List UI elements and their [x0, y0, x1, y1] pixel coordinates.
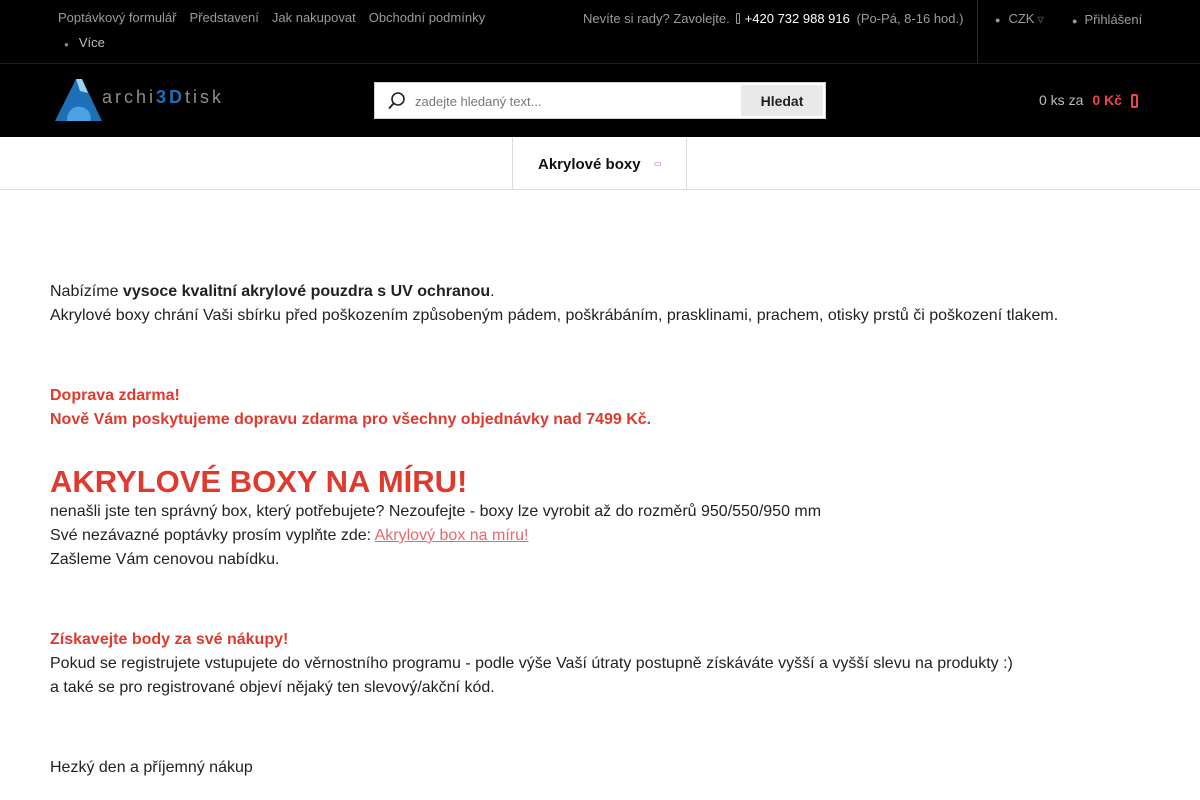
header-bar: Poptávkový formulář Představení Jak nakupo… [0, 0, 1200, 137]
more-menu[interactable]: ● Více [64, 35, 105, 50]
contact-info: Nevíte si rady? Zavolejte. +420 732 988 9… [583, 11, 963, 26]
main-navigation: Akrylové boxy ▭ [0, 137, 1200, 190]
nav-item-acrylic-boxes[interactable]: Akrylové boxy ▭ [512, 137, 687, 190]
currency-selector[interactable]: ● CZK ▽ [995, 11, 1044, 26]
search-input[interactable] [415, 89, 705, 113]
custom-box-link[interactable]: Akrylový box na míru! [375, 527, 529, 544]
shipping-text: Nově Vám poskytujeme dopravu zdarma pro … [50, 411, 652, 428]
nav-item-label: Akrylové boxy [538, 156, 641, 173]
divider [977, 0, 978, 63]
intro-line: Nabízíme vysoce kvalitní akrylové pouzdr… [50, 283, 495, 300]
custom-heading: AKRYLOVÉ BOXY NA MÍRU! [50, 464, 468, 499]
search-icon [388, 92, 405, 110]
opening-hours: (Po-Pá, 8-16 hod.) [856, 11, 964, 26]
more-icon: ● [64, 40, 69, 49]
phone-number[interactable]: +420 732 988 916 [745, 11, 850, 26]
intro-text: Akrylové boxy chrání Vaši sbírku před po… [50, 307, 1059, 324]
main-content: Nabízíme vysoce kvalitní akrylové pouzdr… [50, 280, 1150, 780]
user-icon: ● [1072, 16, 1078, 26]
cart-summary[interactable]: 0 ks za 0 Kč [1039, 92, 1138, 108]
contact-prompt: Nevíte si rady? Zavolejte. [583, 11, 730, 26]
points-title: Získavejte body za své nákupy! [50, 631, 289, 648]
closing-text: Hezký den a příjemný nákup [50, 759, 253, 776]
top-links: Poptávkový formulář Představení Jak nakupo… [58, 9, 528, 50]
cart-count: 0 ks za [1039, 92, 1084, 108]
link-terms[interactable]: Obchodní podmínky [369, 10, 485, 26]
link-inquiry-form[interactable]: Poptávkový formulář [58, 10, 177, 26]
link-about[interactable]: Představení [190, 10, 259, 26]
site-logo[interactable]: archi3Dtisk [52, 77, 222, 123]
custom-line: Své nezávazné poptávky prosím vyplňte zd… [50, 527, 529, 544]
chevron-down-icon: ▽ [1037, 15, 1044, 24]
cart-price: 0 Kč [1092, 92, 1122, 108]
search-form: Hledat [374, 82, 826, 119]
logo-mark-icon [55, 79, 102, 121]
cart-icon [1130, 94, 1138, 108]
shipping-title: Doprava zdarma! [50, 387, 180, 404]
intro-highlight: vysoce kvalitní akrylové pouzdra s UV oc… [122, 283, 491, 300]
divider [0, 63, 1200, 64]
currency-icon: ● [995, 15, 1001, 25]
points-text: a také se pro registrované objeví nějaký… [50, 679, 495, 696]
currency-label: CZK [1008, 11, 1035, 26]
link-how-to-buy[interactable]: Jak nakupovat [272, 10, 356, 26]
custom-line: nenašli jste ten správný box, který potř… [50, 503, 822, 520]
search-button[interactable]: Hledat [741, 85, 823, 116]
login-link[interactable]: ● Přihlášení [1072, 12, 1142, 27]
phone-icon [735, 13, 740, 24]
custom-line: Zašleme Vám cenovou nabídku. [50, 551, 280, 568]
points-text: Pokud se registrujete vstupujete do věrn… [50, 655, 1013, 672]
more-label: Více [78, 35, 105, 50]
login-label: Přihlášení [1084, 12, 1143, 27]
chevron-down-icon: ▭ [654, 159, 662, 168]
logo-text: archi3Dtisk [102, 87, 225, 107]
